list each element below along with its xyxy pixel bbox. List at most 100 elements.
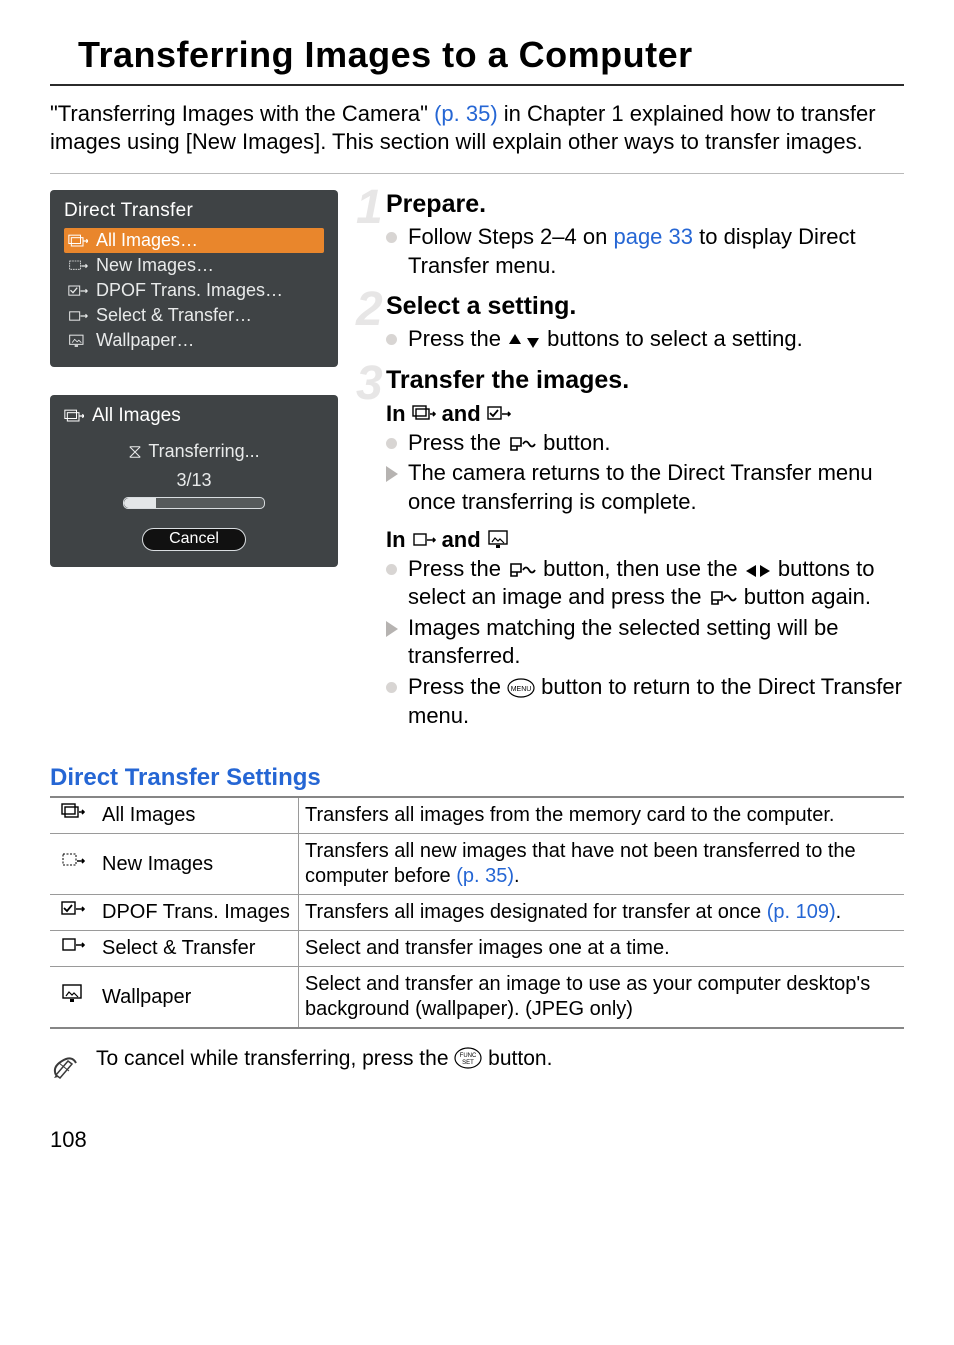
note-text: To cancel while transferring, press the … xyxy=(96,1047,552,1071)
note-text-post: button. xyxy=(482,1047,552,1070)
step-bullet: Images matching the selected setting wil… xyxy=(386,614,904,671)
up-down-arrows-icon xyxy=(507,332,541,350)
stack-arrow-icon xyxy=(68,234,88,248)
step-heading: Prepare. xyxy=(386,190,904,219)
step-bullet: The camera returns to the Direct Transfe… xyxy=(386,459,904,516)
intro-paragraph: "Transferring Images with the Camera" (p… xyxy=(50,100,904,155)
setting-desc-text: . xyxy=(514,865,520,887)
step-3: 3 Transfer the images. In and Press the … xyxy=(372,366,904,730)
lcd-menu-title: Direct Transfer xyxy=(64,200,324,222)
setting-desc-text: . xyxy=(836,901,842,923)
stack-arrow-icon xyxy=(412,405,436,423)
transferring-label: Transferring... xyxy=(148,441,259,462)
stack-arrow-icon xyxy=(61,803,85,821)
setting-icon-cell xyxy=(50,797,96,834)
svg-text:MENU: MENU xyxy=(511,686,532,693)
monitor-icon xyxy=(61,984,85,1004)
monitor-icon xyxy=(487,530,511,550)
stack-arrow-icon xyxy=(64,409,84,423)
left-right-arrows-icon xyxy=(744,562,772,580)
step-bullet: Follow Steps 2–4 on page 33 to display D… xyxy=(386,223,904,280)
step-subhead: In and xyxy=(386,401,904,427)
step-number: 3 xyxy=(356,356,383,411)
lcd-menu-item-label: All Images… xyxy=(96,230,198,251)
bullet-text: Press the xyxy=(408,674,507,699)
func-set-button-icon: FUNCSET xyxy=(454,1047,482,1069)
print-tilde-icon xyxy=(507,434,537,454)
step-bullet: Press the buttons to select a setting. xyxy=(386,325,904,354)
busy-icon xyxy=(128,445,142,459)
step-bullet: Press the MENU button to return to the D… xyxy=(386,673,904,730)
check-arrow-icon xyxy=(68,284,88,298)
camera-lcd-menu: Direct Transfer All Images… New Images… … xyxy=(50,190,338,367)
page-link[interactable]: (p. 109) xyxy=(767,901,836,923)
bullet-text: buttons to select a setting. xyxy=(541,326,803,351)
lcd-menu-item-label: Select & Transfer… xyxy=(96,305,252,326)
dots-arrow-icon xyxy=(61,852,85,870)
page-title-block: Transferring Images to a Computer xyxy=(50,34,904,86)
step-2: 2 Select a setting. Press the buttons to… xyxy=(372,292,904,354)
lcd-menu-item: Wallpaper… xyxy=(64,328,324,353)
bullet-text: Images matching the selected setting wil… xyxy=(408,615,838,669)
pencil-note-icon xyxy=(50,1049,78,1079)
table-row: New Images Transfers all new images that… xyxy=(50,834,904,895)
lcd-progress-title: All Images xyxy=(92,405,181,427)
intro-link[interactable]: (p. 35) xyxy=(434,101,498,126)
section-divider xyxy=(50,173,904,174)
lcd-menu-item-label: New Images… xyxy=(96,255,214,276)
progress-bar xyxy=(123,497,265,509)
cancel-button[interactable]: Cancel xyxy=(142,528,246,551)
page-link[interactable]: page 33 xyxy=(613,224,693,249)
page-title: Transferring Images to a Computer xyxy=(50,34,904,84)
subhead-text: and xyxy=(442,527,481,553)
step-1: 1 Prepare. Follow Steps 2–4 on page 33 t… xyxy=(372,190,904,280)
setting-desc-text: Transfers all new images that have not b… xyxy=(305,840,856,887)
bullet-text: Press the xyxy=(408,326,507,351)
setting-desc-text: Transfers all images designated for tran… xyxy=(305,901,767,923)
settings-table: All Images Transfers all images from the… xyxy=(50,796,904,1029)
note-text-pre: To cancel while transferring, press the xyxy=(96,1047,454,1070)
table-row: All Images Transfers all images from the… xyxy=(50,797,904,834)
lcd-menu-item-label: Wallpaper… xyxy=(96,330,194,351)
setting-icon-cell xyxy=(50,967,96,1029)
setting-name: New Images xyxy=(96,834,299,895)
setting-name: Select & Transfer xyxy=(96,931,299,967)
step-bullet: Press the button. xyxy=(386,429,904,458)
step-heading: Transfer the images. xyxy=(386,366,904,395)
progress-counter: 3/13 xyxy=(64,470,324,491)
monitor-icon xyxy=(68,334,88,348)
camera-lcd-progress: All Images Transferring... 3/13 Cancel xyxy=(50,395,338,567)
intro-text-pre: "Transferring Images with the Camera" xyxy=(50,101,434,126)
step-number: 2 xyxy=(356,282,383,337)
setting-icon-cell xyxy=(50,931,96,967)
bullet-text: button, then use the xyxy=(537,556,744,581)
svg-text:SET: SET xyxy=(463,1060,475,1066)
subhead-text: In xyxy=(386,527,406,553)
table-row: Wallpaper Select and transfer an image t… xyxy=(50,967,904,1029)
step-heading: Select a setting. xyxy=(386,292,904,321)
dots-arrow-icon xyxy=(68,259,88,273)
settings-heading: Direct Transfer Settings xyxy=(50,764,904,792)
step-bullet: Press the button, then use the buttons t… xyxy=(386,555,904,612)
check-arrow-icon xyxy=(487,405,511,423)
check-arrow-icon xyxy=(61,900,85,918)
bullet-text: button. xyxy=(537,430,610,455)
lcd-menu-item: Select & Transfer… xyxy=(64,303,324,328)
table-row: Select & Transfer Select and transfer im… xyxy=(50,931,904,967)
setting-desc: Transfers all images designated for tran… xyxy=(299,895,905,931)
menu-button-icon: MENU xyxy=(507,678,535,698)
single-arrow-icon xyxy=(61,936,85,954)
setting-desc: Transfers all new images that have not b… xyxy=(299,834,905,895)
page-link[interactable]: (p. 35) xyxy=(456,865,514,887)
svg-text:FUNC: FUNC xyxy=(460,1053,477,1059)
print-tilde-icon xyxy=(708,588,738,608)
setting-desc: Select and transfer an image to use as y… xyxy=(299,967,905,1029)
lcd-menu-item: All Images… xyxy=(64,228,324,253)
bullet-text: Follow Steps 2–4 on xyxy=(408,224,613,249)
subhead-text: In xyxy=(386,401,406,427)
setting-icon-cell xyxy=(50,834,96,895)
bullet-text: button again. xyxy=(738,584,871,609)
note-block: To cancel while transferring, press the … xyxy=(50,1047,904,1085)
bullet-text: Press the xyxy=(408,556,507,581)
table-row: DPOF Trans. Images Transfers all images … xyxy=(50,895,904,931)
